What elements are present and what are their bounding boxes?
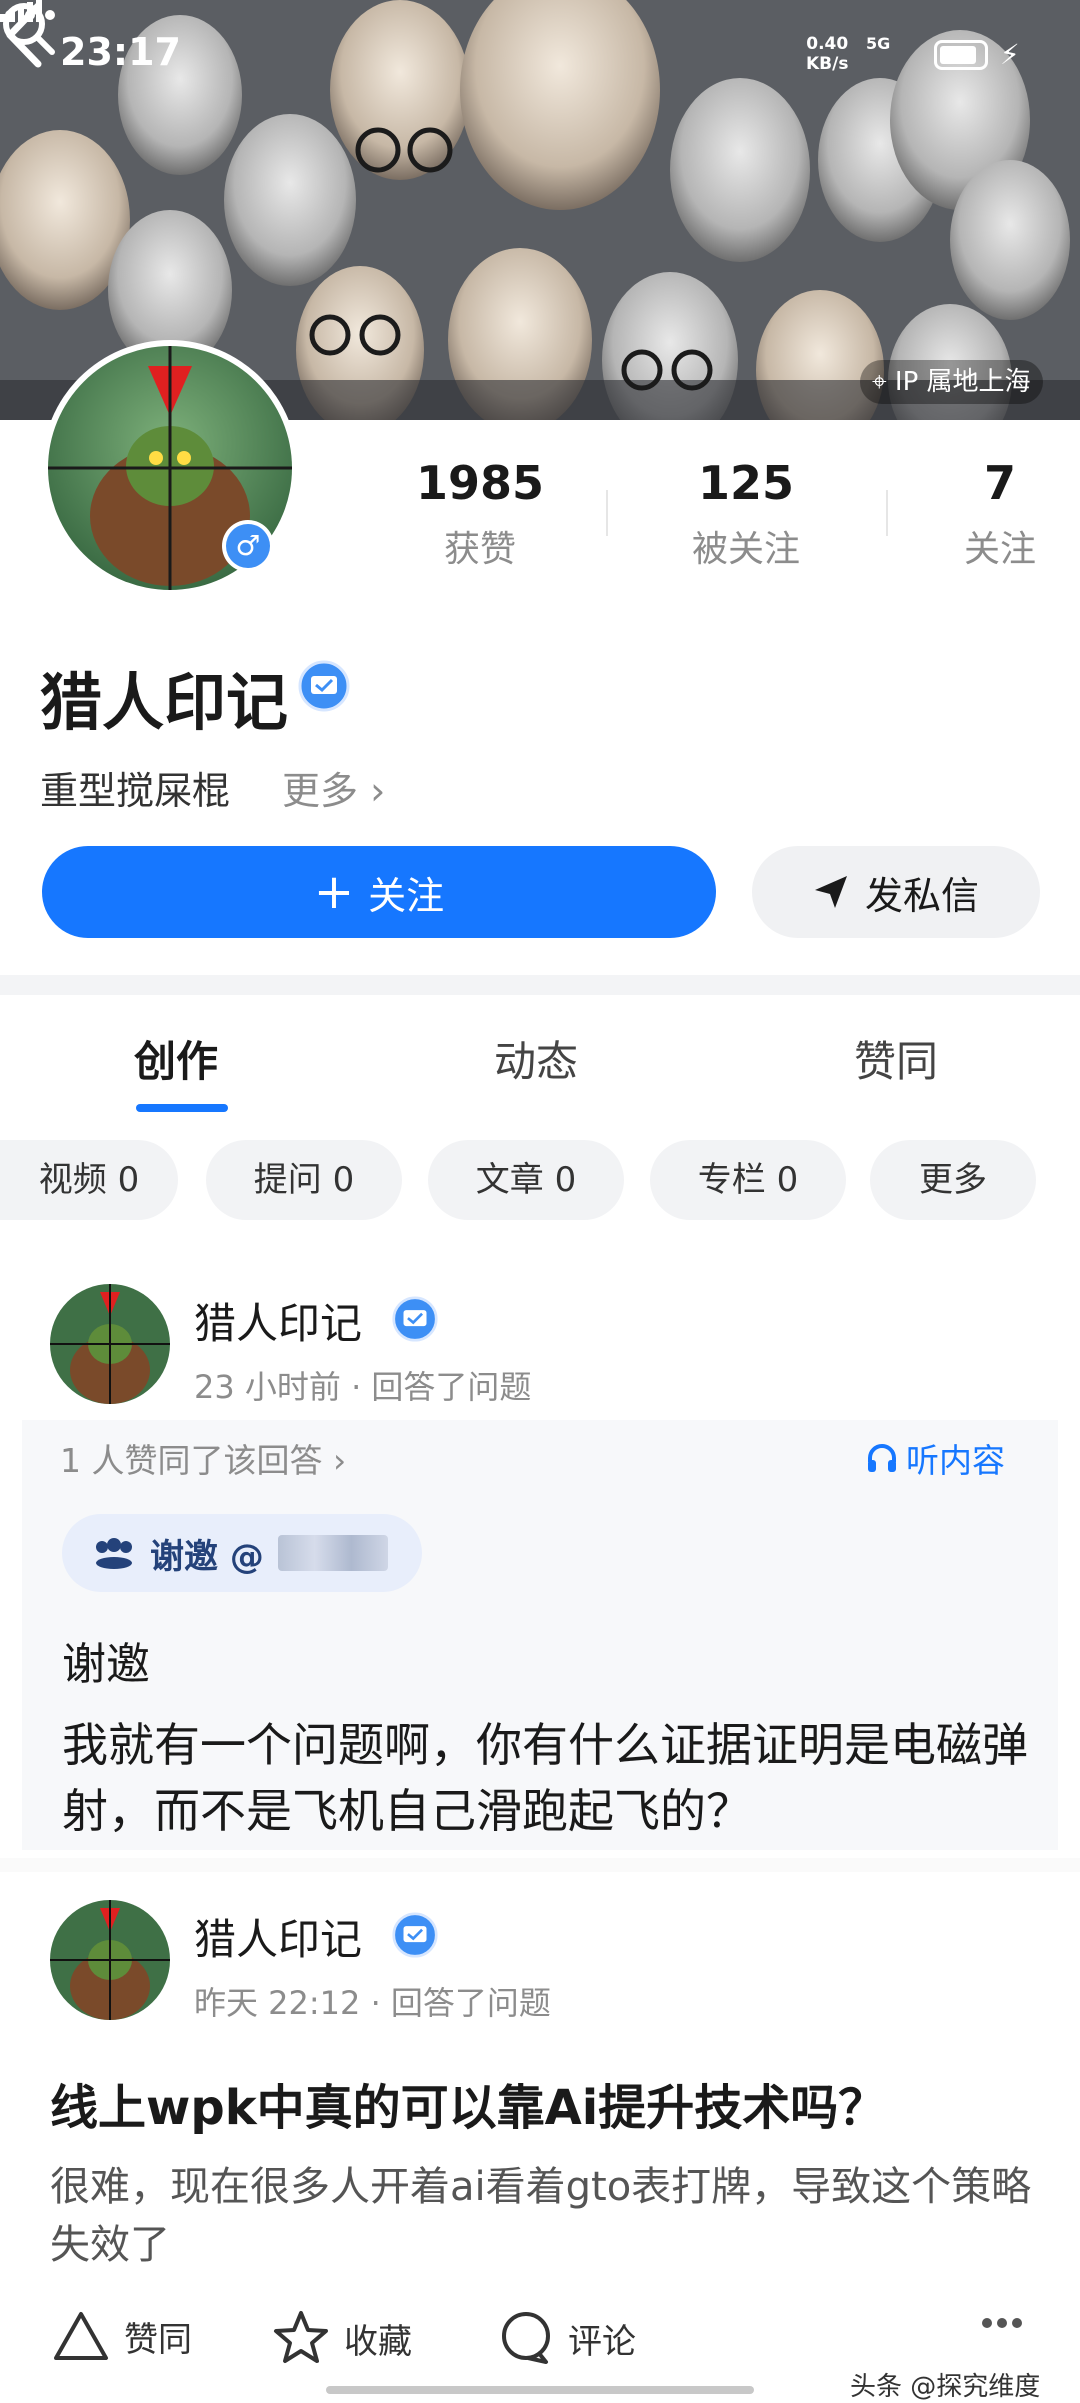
stat-label: 被关注 [691, 529, 800, 570]
filter-columns[interactable]: 专栏 0 [650, 1140, 846, 1220]
comment-button[interactable]: 评论 [498, 2310, 636, 2366]
section-divider [0, 975, 1080, 995]
charging-icon: ⚡ [1000, 38, 1020, 71]
avatar-image [50, 1900, 170, 2020]
post-author-name[interactable]: 猎人印记 [194, 1290, 362, 1351]
plus-icon: + [313, 864, 355, 920]
message-label: 发私信 [864, 873, 979, 918]
collect-label: 收藏 [344, 2321, 412, 2362]
bio-more-link[interactable]: 更多 › [282, 760, 385, 815]
network-speed-unit: KB/s [806, 54, 849, 74]
answer-excerpt[interactable]: 很难，现在很多人开着ai看着gto表打牌，导致这个策略失效了 [50, 2158, 1040, 2274]
home-indicator[interactable] [326, 2386, 754, 2394]
bio-more-label: 更多 [282, 769, 359, 813]
post-meta: 昨天 22:12 · 回答了问题 [194, 1978, 551, 2024]
stat-value: 125 [697, 456, 795, 510]
invite-text: 谢邀 @ [150, 1536, 264, 1577]
headphones-icon [868, 1444, 896, 1472]
stat-followers[interactable]: 125 被关注 [666, 456, 826, 572]
upvote-icon [54, 2312, 108, 2360]
invite-tag[interactable]: 谢邀 @ [62, 1514, 422, 1592]
stat-value: 7 [983, 456, 1016, 510]
profile-bio: 重型搅屎棍 [40, 769, 231, 813]
tab-activity[interactable]: 动态 [494, 1028, 578, 1089]
comment-icon [502, 2312, 550, 2364]
redacted-username [277, 1535, 388, 1571]
stat-divider [886, 490, 888, 536]
stat-label: 关注 [963, 529, 1036, 570]
post-action: 回答了问题 [390, 1984, 551, 2022]
stat-divider [606, 490, 608, 536]
stat-following[interactable]: 7 关注 [930, 456, 1070, 572]
stat-label: 获赞 [443, 529, 516, 570]
post-time: 23 小时前 [194, 1368, 341, 1406]
network-speed: 0.40 KB/s [806, 34, 848, 74]
answer-body: 我就有一个问题啊，你有什么证据证明是电磁弹射，而不是飞机自己滑跑起飞的？ [62, 1718, 1028, 1838]
comment-label: 评论 [568, 2321, 636, 2362]
verified-badge-icon [392, 1296, 438, 1342]
chevron-right-icon: › [333, 1441, 347, 1480]
post-divider [0, 1858, 1080, 1872]
like-label: 赞同 [124, 2319, 192, 2360]
post-time: 昨天 22:12 [194, 1984, 361, 2022]
meta-separator: · [351, 1368, 372, 1406]
battery-icon [934, 40, 988, 70]
male-icon: ♂ [226, 524, 270, 568]
verified-badge-icon[interactable] [298, 660, 350, 712]
post-author-avatar[interactable] [50, 1900, 170, 2020]
question-title[interactable]: 线上wpk中真的可以靠Ai提升技术吗？ [50, 2068, 886, 2138]
verified-badge-icon [392, 1912, 438, 1958]
ip-location-text: IP 属地上海 [894, 367, 1031, 397]
follow-button[interactable]: + 关注 [42, 846, 716, 938]
network-speed-value: 0.40 [806, 34, 849, 54]
filter-more[interactable]: 更多 [870, 1140, 1036, 1220]
profile-name: 猎人印记 [40, 666, 289, 739]
listen-button[interactable]: 听内容 [866, 1434, 1005, 1482]
gender-badge: ♂ [222, 520, 274, 572]
star-icon [274, 2311, 328, 2363]
liked-by-text: 1 人赞同了该回答 [60, 1441, 323, 1480]
chevron-right-icon: › [370, 769, 386, 813]
listen-label: 听内容 [906, 1441, 1005, 1480]
ip-location-tag: ⌖ IP 属地上海 [860, 360, 1043, 404]
network-type: 5G [866, 34, 891, 53]
filter-questions[interactable]: 提问 0 [206, 1140, 402, 1220]
group-icon [96, 1538, 132, 1569]
filter-videos[interactable]: 视频 0 [0, 1140, 178, 1220]
watermark: 头条 @探究维度 [850, 2372, 1041, 2402]
liked-by-line[interactable]: 1 人赞同了该回答 › [60, 1434, 346, 1482]
follow-label: 关注 [368, 873, 445, 918]
tab-creations[interactable]: 创作 [134, 1028, 218, 1089]
stat-value: 1985 [415, 456, 545, 510]
post-author-name[interactable]: 猎人印记 [194, 1906, 362, 1967]
meta-separator: · [370, 1984, 391, 2022]
like-button[interactable]: 赞同 [52, 2310, 192, 2362]
message-button[interactable]: 发私信 [752, 846, 1040, 938]
stat-likes[interactable]: 1985 获赞 [400, 456, 560, 572]
send-icon [814, 876, 847, 908]
post-author-avatar[interactable] [50, 1284, 170, 1404]
filter-articles[interactable]: 文章 0 [428, 1140, 624, 1220]
collect-button[interactable]: 收藏 [272, 2310, 412, 2366]
more-icon[interactable] [0, 0, 60, 30]
active-tab-indicator [136, 1104, 228, 1112]
avatar-image [50, 1284, 170, 1404]
post-action: 回答了问题 [371, 1368, 532, 1406]
answer-opening: 谢邀 [62, 1639, 150, 1690]
more-icon[interactable] [980, 2316, 1024, 2330]
post-meta: 23 小时前 · 回答了问题 [194, 1362, 531, 1408]
status-time: 23:17 [60, 30, 181, 74]
tab-upvoted[interactable]: 赞同 [854, 1028, 938, 1089]
location-pin-icon: ⌖ [872, 367, 887, 397]
